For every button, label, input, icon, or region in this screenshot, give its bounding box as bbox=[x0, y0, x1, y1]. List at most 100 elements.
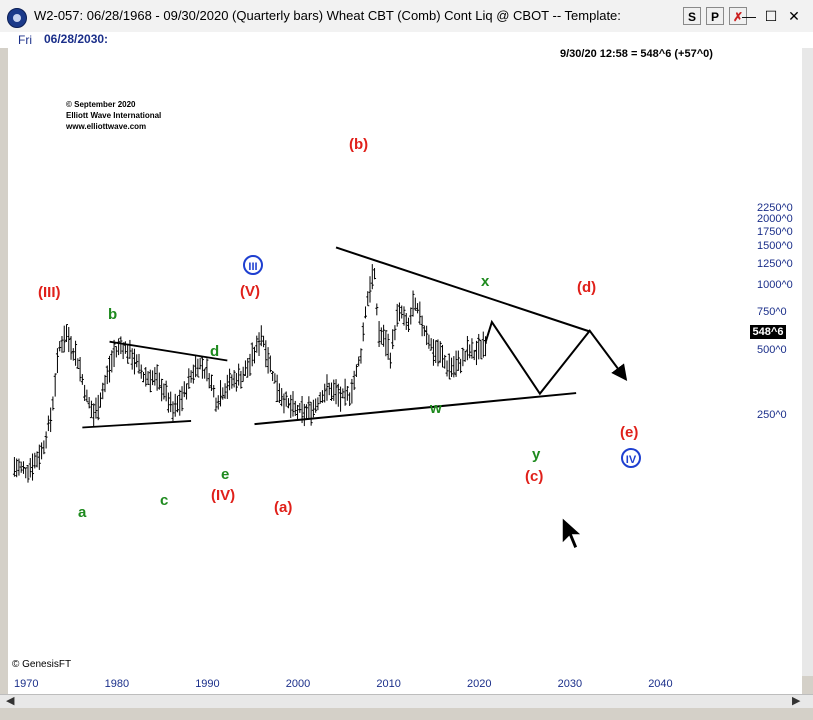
chart-window: W2-057: 06/28/1968 - 09/30/2020 (Quarter… bbox=[0, 0, 813, 720]
ohlc-bar bbox=[429, 338, 433, 351]
ohlc-bar bbox=[316, 397, 320, 411]
ohlc-bar bbox=[391, 329, 395, 350]
ohlc-bar bbox=[132, 348, 136, 375]
mouse-cursor-icon bbox=[561, 516, 584, 551]
price-tick-label: 1000^0 bbox=[757, 278, 793, 291]
ohlc-bar bbox=[354, 364, 358, 377]
price-tick-label: 250^0 bbox=[757, 409, 787, 422]
data-vendor-credit: © GenesisFT bbox=[12, 659, 72, 670]
ohlc-bar bbox=[214, 397, 218, 412]
scroll-right-arrow[interactable]: ▶ bbox=[792, 694, 800, 707]
ohlc-bar bbox=[420, 315, 424, 337]
year-tick-label: 2020 bbox=[467, 678, 492, 690]
ohlc-bar bbox=[219, 380, 223, 407]
wave-label: (a) bbox=[274, 499, 293, 516]
ohlc-bar bbox=[363, 306, 367, 319]
ohlc-bar bbox=[323, 383, 327, 403]
ohlc-bar bbox=[114, 346, 118, 358]
ohlc-bar bbox=[296, 404, 300, 420]
chart-plot-area[interactable] bbox=[8, 48, 750, 676]
ohlc-bar bbox=[78, 356, 82, 382]
scroll-left-arrow[interactable]: ◀ bbox=[6, 694, 14, 707]
ohlc-bar bbox=[368, 276, 372, 303]
wave-label: (d) bbox=[577, 279, 597, 296]
ohlc-bar bbox=[24, 467, 28, 479]
ohlc-bar bbox=[404, 313, 408, 330]
ohlc-bar bbox=[19, 461, 23, 473]
ohlc-bar bbox=[221, 387, 225, 400]
ohlc-bar bbox=[191, 364, 195, 384]
ohlc-bar bbox=[309, 401, 313, 426]
ohlc-bar bbox=[241, 366, 245, 383]
wave-label: (c) bbox=[525, 468, 544, 485]
ohlc-bar bbox=[178, 389, 182, 416]
price-tick-label: 750^0 bbox=[757, 305, 787, 318]
ohlc-bar bbox=[148, 369, 152, 393]
ohlc-bar bbox=[160, 378, 164, 402]
ohlc-bar bbox=[397, 302, 401, 322]
ohlc-bar bbox=[370, 264, 374, 290]
close-button[interactable]: ✕ bbox=[783, 6, 805, 26]
ohlc-bar bbox=[477, 333, 481, 360]
ohlc-bar bbox=[225, 374, 229, 399]
ohlc-bar bbox=[468, 344, 472, 359]
ohlc-bar bbox=[117, 338, 121, 356]
title-bar[interactable]: W2-057: 06/28/1968 - 09/30/2020 (Quarter… bbox=[0, 0, 813, 33]
wave-label-circled: III bbox=[243, 255, 263, 275]
ohlc-bar bbox=[345, 386, 349, 401]
ohlc-bar bbox=[443, 354, 447, 369]
ohlc-bar bbox=[286, 398, 290, 409]
ohlc-bar bbox=[418, 301, 422, 325]
app-icon[interactable] bbox=[7, 8, 27, 28]
wave-label: (V) bbox=[240, 283, 260, 300]
ohlc-bar bbox=[144, 367, 148, 387]
vertical-scrollbar[interactable] bbox=[802, 48, 813, 676]
copyright-notice: © September 2020 Elliott Wave Internatio… bbox=[66, 99, 161, 132]
ohlc-bar bbox=[62, 325, 66, 353]
ohlc-bar bbox=[361, 322, 365, 342]
wave-label: w bbox=[430, 400, 442, 417]
last-price-badge: 548^6 bbox=[750, 325, 786, 339]
ohlc-bar bbox=[37, 444, 41, 470]
ohlc-bar bbox=[87, 397, 91, 409]
ohlc-bar bbox=[194, 355, 198, 378]
copyright-line: Elliott Wave International bbox=[66, 111, 162, 120]
p-button[interactable]: P bbox=[706, 7, 724, 25]
maximize-button[interactable]: ☐ bbox=[760, 6, 782, 26]
ohlc-bar bbox=[293, 400, 297, 416]
ohlc-bar bbox=[289, 394, 293, 418]
ohlc-bar bbox=[298, 402, 302, 413]
ohlc-bar bbox=[259, 325, 263, 347]
ohlc-bar bbox=[352, 370, 356, 391]
minimize-button[interactable]: — bbox=[738, 6, 760, 26]
ohlc-bar bbox=[212, 385, 216, 398]
s-button[interactable]: S bbox=[683, 7, 701, 25]
price-chart-svg bbox=[12, 246, 628, 483]
price-axis[interactable] bbox=[750, 48, 802, 676]
ohlc-bar bbox=[277, 383, 281, 404]
ohlc-bar bbox=[305, 404, 309, 420]
ohlc-bar bbox=[416, 303, 420, 314]
ohlc-bar bbox=[431, 339, 435, 366]
ohlc-bar bbox=[427, 334, 431, 349]
ohlc-bar bbox=[21, 461, 25, 474]
ohlc-bar bbox=[268, 355, 272, 373]
ohlc-bar bbox=[31, 453, 35, 481]
ohlc-bar bbox=[60, 336, 64, 353]
ohlc-bar bbox=[255, 335, 259, 353]
ohlc-bar bbox=[12, 457, 16, 477]
ohlc-bar bbox=[15, 458, 19, 478]
horizontal-scrollbar[interactable]: ◀ ▶ bbox=[0, 694, 813, 709]
year-tick-label: 1980 bbox=[104, 678, 130, 690]
wave-label: e bbox=[221, 466, 230, 483]
ohlc-bar bbox=[248, 353, 252, 377]
wave-label: d bbox=[210, 343, 220, 360]
wave-label-circled: IV bbox=[621, 448, 641, 468]
ohlc-bar bbox=[139, 364, 143, 379]
wave-label: (b) bbox=[349, 136, 369, 153]
inner-lower-trendline bbox=[82, 420, 192, 429]
ohlc-bar bbox=[359, 348, 363, 364]
ohlc-bar bbox=[223, 383, 227, 399]
wave-label: (III) bbox=[38, 284, 61, 301]
price-tick-label: 1750^0 bbox=[757, 225, 793, 238]
